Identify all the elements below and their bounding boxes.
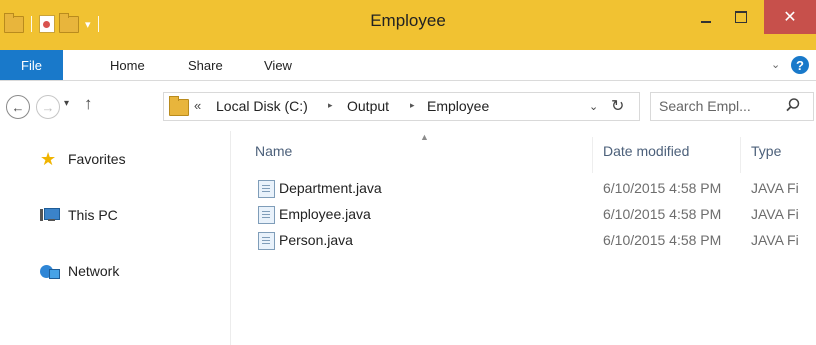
- toolbar-divider: [31, 16, 32, 32]
- breadcrumb-output[interactable]: Output: [347, 98, 389, 114]
- tab-view[interactable]: View: [264, 50, 292, 80]
- file-row[interactable]: Person.java 6/10/2015 4:58 PM JAVA Fi: [253, 230, 816, 252]
- minimize-button[interactable]: [692, 0, 720, 34]
- nav-item-network[interactable]: Network: [40, 260, 119, 282]
- breadcrumb-employee[interactable]: Employee: [427, 98, 489, 114]
- file-name: Employee.java: [279, 206, 371, 222]
- quick-access-toolbar: ▾: [4, 12, 102, 36]
- tab-file[interactable]: File: [0, 50, 63, 80]
- toolbar-divider: [97, 16, 99, 32]
- file-type: JAVA Fi: [751, 206, 799, 222]
- file-name: Department.java: [279, 180, 382, 196]
- breadcrumb-local-disk[interactable]: Local Disk (C:): [216, 98, 308, 114]
- address-bar[interactable]: « Local Disk (C:) ▸ Output ▸ Employee ⌄ …: [163, 92, 640, 121]
- sort-ascending-icon: ▲: [420, 132, 429, 142]
- file-list: ▲ Name Date modified Type Department.jav…: [231, 131, 816, 345]
- minimize-icon: [701, 21, 711, 23]
- nav-item-favorites[interactable]: ★ Favorites: [40, 148, 126, 170]
- search-input[interactable]: [659, 97, 777, 115]
- file-date-modified: 6/10/2015 4:58 PM: [603, 180, 722, 196]
- search-icon[interactable]: [785, 97, 801, 113]
- column-divider[interactable]: [592, 137, 593, 173]
- nav-item-label: This PC: [68, 207, 118, 223]
- close-button[interactable]: ✕: [764, 0, 816, 34]
- folder-icon: [169, 96, 189, 116]
- folder-icon: [4, 12, 24, 33]
- star-icon: ★: [40, 149, 57, 169]
- file-type: JAVA Fi: [751, 232, 799, 248]
- customize-toolbar-dropdown[interactable]: ▾: [85, 18, 91, 31]
- nav-item-label: Network: [68, 263, 120, 279]
- column-divider[interactable]: [740, 137, 741, 173]
- title-bar: ▾ Employee ✕: [0, 0, 816, 50]
- ribbon-tabs: File Home Share View ⌄ ?: [0, 50, 816, 81]
- forward-button[interactable]: →: [36, 95, 60, 119]
- file-type: JAVA Fi: [751, 180, 799, 196]
- back-button[interactable]: ←: [6, 95, 30, 119]
- address-dropdown-icon[interactable]: ⌄: [589, 100, 598, 113]
- computer-icon: [40, 207, 60, 223]
- nav-item-this-pc[interactable]: This PC: [40, 204, 118, 226]
- explorer-window: ▾ Employee ✕ File Home Share View ⌄ ? ← …: [0, 0, 816, 345]
- java-file-icon: [258, 232, 275, 250]
- breadcrumb-separator-icon[interactable]: ▸: [410, 100, 415, 111]
- file-date-modified: 6/10/2015 4:58 PM: [603, 206, 722, 222]
- maximize-button[interactable]: [722, 0, 760, 34]
- file-name: Person.java: [279, 232, 353, 248]
- help-icon[interactable]: ?: [791, 56, 809, 74]
- up-button[interactable]: ↑: [84, 94, 93, 114]
- breadcrumb-separator-icon[interactable]: ▸: [328, 100, 333, 111]
- maximize-icon: [735, 11, 747, 23]
- column-header-name[interactable]: Name: [255, 143, 292, 159]
- file-row[interactable]: Department.java 6/10/2015 4:58 PM JAVA F…: [253, 178, 816, 200]
- search-box[interactable]: [650, 92, 814, 121]
- expand-ribbon-icon[interactable]: ⌄: [771, 58, 780, 71]
- column-header-date-modified[interactable]: Date modified: [603, 143, 689, 159]
- new-folder-icon[interactable]: [59, 12, 79, 33]
- navigation-bar: ← → ▾ ↑ « Local Disk (C:) ▸ Output ▸ Emp…: [0, 81, 816, 131]
- column-header-type[interactable]: Type: [751, 143, 781, 159]
- navigation-pane: ★ Favorites This PC Network: [0, 131, 231, 345]
- refresh-button[interactable]: ↻: [611, 96, 624, 116]
- overflow-breadcrumb-icon[interactable]: «: [194, 98, 201, 113]
- file-row[interactable]: Employee.java 6/10/2015 4:58 PM JAVA Fi: [253, 204, 816, 226]
- file-date-modified: 6/10/2015 4:58 PM: [603, 232, 722, 248]
- java-file-icon: [258, 180, 275, 198]
- properties-icon[interactable]: [39, 15, 55, 33]
- tab-share[interactable]: Share: [188, 50, 223, 80]
- tab-home[interactable]: Home: [110, 50, 145, 80]
- recent-locations-dropdown[interactable]: ▾: [64, 98, 69, 109]
- network-icon: [40, 263, 60, 279]
- nav-item-label: Favorites: [68, 151, 126, 167]
- java-file-icon: [258, 206, 275, 224]
